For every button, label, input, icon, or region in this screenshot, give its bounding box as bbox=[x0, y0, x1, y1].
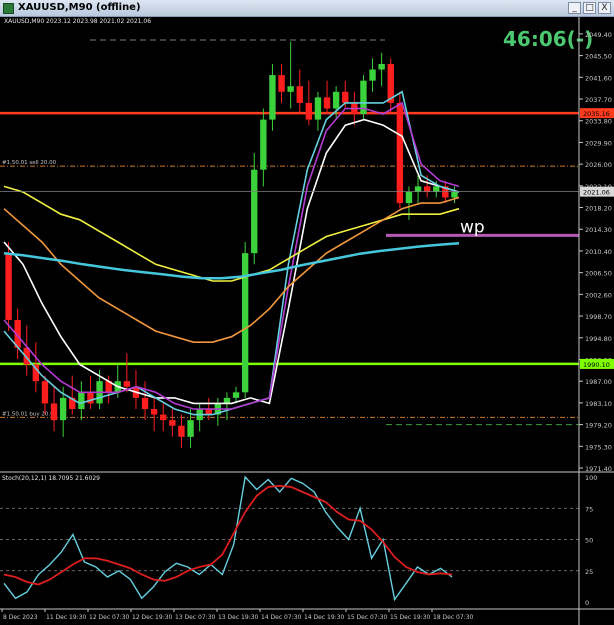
price-tick-label: 2033.80 bbox=[585, 118, 612, 126]
price-tick-label: 2010.40 bbox=[585, 248, 612, 256]
candle-body bbox=[178, 425, 185, 437]
current-price-label: 2021.06 bbox=[583, 189, 610, 197]
candle-body bbox=[187, 420, 194, 437]
stoch-tick-label: 75 bbox=[585, 505, 593, 513]
stoch-title: Stoch(20,12,1) 18.7095 21.6029 bbox=[2, 475, 100, 482]
hline-price-label: 1990.10 bbox=[583, 361, 610, 369]
candle-body bbox=[405, 191, 413, 204]
stoch-tick-label: 0 bbox=[585, 599, 589, 607]
candle-body bbox=[433, 186, 440, 192]
close-button[interactable]: X bbox=[598, 2, 611, 14]
candle-body bbox=[305, 102, 313, 120]
time-tick-label: 15 Dec 07:30 bbox=[347, 614, 388, 621]
candle-body bbox=[232, 392, 240, 398]
price-tick-label: 2041.60 bbox=[585, 74, 612, 82]
price-tick-label: 2002.60 bbox=[585, 291, 612, 299]
price-tick-label: 1994.80 bbox=[585, 335, 612, 343]
candle-body bbox=[205, 409, 212, 415]
price-tick-label: 2006.50 bbox=[585, 270, 612, 278]
maximize-button[interactable]: □ bbox=[583, 2, 596, 14]
price-chart[interactable]: #1.50.01 sell 20.00 #1.50.01 buy 20.00 wp X… bbox=[0, 17, 614, 625]
time-tick-label: 18 Dec 07:30 bbox=[433, 614, 474, 621]
minimize-button[interactable]: _ bbox=[568, 2, 581, 14]
candle-body bbox=[41, 381, 49, 404]
symbol-header: XAUUSD,M90 2023.12 2023.98 2021.02 2021.… bbox=[4, 18, 151, 25]
candle-body bbox=[141, 397, 149, 410]
candle-body bbox=[50, 403, 58, 421]
candle-body bbox=[169, 420, 176, 426]
chart-window-icon bbox=[3, 3, 14, 14]
candle-body bbox=[414, 186, 422, 192]
price-tick-label: 1998.70 bbox=[585, 313, 612, 321]
time-tick-label: 14 Dec 07:30 bbox=[261, 614, 302, 621]
candle-body bbox=[241, 253, 249, 393]
price-tick-label: 2014.30 bbox=[585, 226, 612, 234]
candle-body bbox=[59, 397, 67, 421]
time-tick-label: 13 Dec 19:30 bbox=[218, 614, 259, 621]
candle-body bbox=[269, 75, 276, 120]
stoch-tick-label: 25 bbox=[585, 568, 593, 576]
candle-body bbox=[396, 102, 404, 204]
wp-label: wp bbox=[460, 217, 485, 237]
candle-body bbox=[5, 253, 12, 320]
candle-body bbox=[251, 169, 258, 254]
candle-body bbox=[296, 86, 303, 103]
stoch-tick-label: 100 bbox=[585, 474, 597, 482]
order-label: #1.50.01 buy 20.00 bbox=[2, 411, 58, 417]
candle-body bbox=[314, 97, 322, 120]
time-tick-label: 12 Dec 07:30 bbox=[89, 614, 130, 621]
candle-body bbox=[369, 69, 376, 81]
candle-body bbox=[342, 91, 349, 103]
candle-body bbox=[323, 97, 331, 109]
stoch-tick-label: 50 bbox=[585, 537, 593, 545]
time-tick-label: 11 Dec 19:30 bbox=[46, 614, 87, 621]
candle-body bbox=[160, 414, 167, 421]
candle-body bbox=[451, 191, 458, 198]
price-tick-label: 1983.10 bbox=[585, 400, 612, 408]
price-tick-label: 1987.00 bbox=[585, 378, 612, 386]
candle-body bbox=[332, 91, 340, 109]
candle-body bbox=[423, 186, 431, 192]
price-tick-label: 1979.20 bbox=[585, 422, 612, 430]
time-tick-label: 15 Dec 19:30 bbox=[390, 614, 431, 621]
candle-body bbox=[123, 381, 131, 387]
price-tick-label: 2045.50 bbox=[585, 53, 612, 61]
price-tick-label: 2037.70 bbox=[585, 96, 612, 104]
order-label: #1.50.01 sell 20.00 bbox=[2, 160, 57, 166]
countdown-timer: 46:06(-) bbox=[503, 27, 593, 51]
candle-body bbox=[287, 86, 294, 92]
price-tick-label: 1975.30 bbox=[585, 443, 612, 451]
time-tick-label: 8 Dec 2023 bbox=[3, 614, 38, 621]
time-tick-label: 14 Dec 19:30 bbox=[304, 614, 345, 621]
time-tick-label: 12 Dec 19:30 bbox=[132, 614, 173, 621]
price-tick-label: 2026.00 bbox=[585, 161, 612, 169]
price-tick-label: 1971.40 bbox=[585, 465, 612, 473]
candle-body bbox=[78, 392, 85, 410]
candle-body bbox=[150, 409, 158, 415]
price-tick-label: 2018.20 bbox=[585, 205, 612, 213]
hline-price-label: 2035.16 bbox=[583, 110, 610, 118]
candle-body bbox=[260, 119, 267, 170]
price-tick-label: 2029.90 bbox=[585, 139, 612, 147]
candle-body bbox=[378, 63, 385, 70]
time-tick-label: 13 Dec 07:30 bbox=[175, 614, 216, 621]
candle-body bbox=[278, 75, 285, 92]
window-title: XAUUSD,M90 (offline) bbox=[18, 2, 141, 13]
window-title-bar: XAUUSD,M90 (offline) _ □ X bbox=[0, 0, 614, 17]
price-tick-label: 2049.40 bbox=[585, 31, 612, 39]
